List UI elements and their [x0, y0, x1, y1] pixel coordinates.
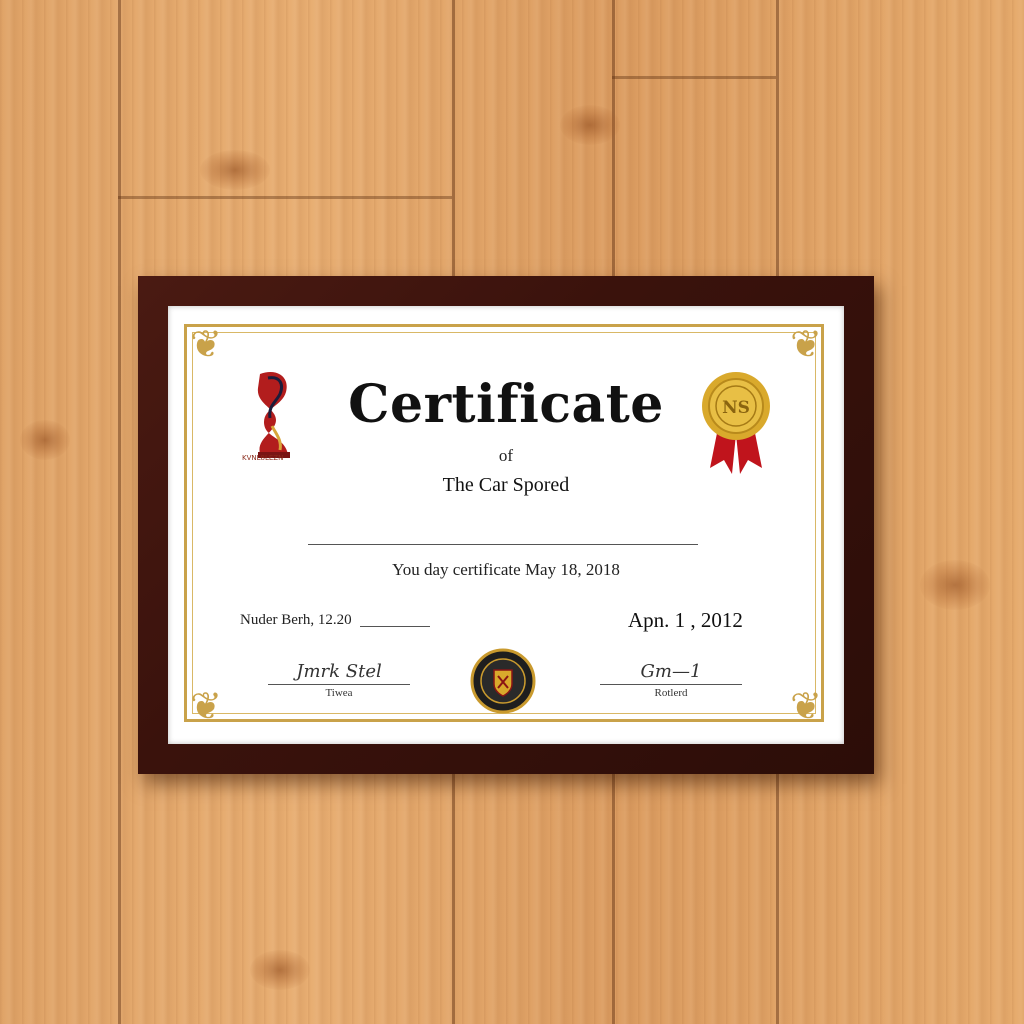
plank-seam — [118, 0, 121, 1024]
wood-knot — [200, 150, 270, 190]
certificate-subtitle: The Car Spored — [442, 474, 570, 496]
certificate-title: Certificate — [348, 374, 664, 435]
right-signature: Gm—1 — [640, 661, 702, 682]
certificate-statement: You day certificate May 18, 2018 — [392, 560, 620, 579]
picture-frame: ❦ ❦ ❦ ❦ KVNL8LEZN NS Certificate of The … — [138, 276, 874, 774]
certificate-paper: ❦ ❦ ❦ ❦ KVNL8LEZN NS Certificate of The … — [168, 306, 844, 744]
plank-joint — [118, 196, 452, 199]
corner-ornament-icon: ❦ — [190, 684, 222, 728]
left-date-line — [360, 626, 430, 627]
left-signature-block: Jmrk Stel Tiwea — [264, 660, 414, 699]
corner-ornament-icon: ❦ — [190, 322, 222, 366]
left-date-text: Nuder Berh, 12.20 — [240, 612, 352, 628]
wood-knot — [20, 420, 70, 460]
right-signature-caption: Rotlerd — [654, 687, 688, 699]
recipient-name-line — [308, 544, 698, 545]
right-date-text: Apn. 1 , 2012 — [628, 608, 743, 632]
corner-ornament-icon: ❦ — [790, 684, 822, 728]
right-signature-block: Gm—1 Rotlerd — [596, 660, 746, 699]
corner-ornament-icon: ❦ — [790, 322, 822, 366]
left-signature-caption: Tiwea — [325, 687, 353, 699]
wood-knot — [250, 950, 310, 990]
left-signature-line — [268, 684, 410, 685]
plank-joint — [612, 76, 776, 79]
wood-knot — [920, 560, 990, 610]
bottom-crest-seal-icon — [470, 648, 536, 714]
wood-knot — [560, 105, 620, 145]
certificate-of: of — [498, 446, 514, 465]
right-signature-line — [600, 684, 742, 685]
left-signature: Jmrk Stel — [296, 661, 382, 682]
